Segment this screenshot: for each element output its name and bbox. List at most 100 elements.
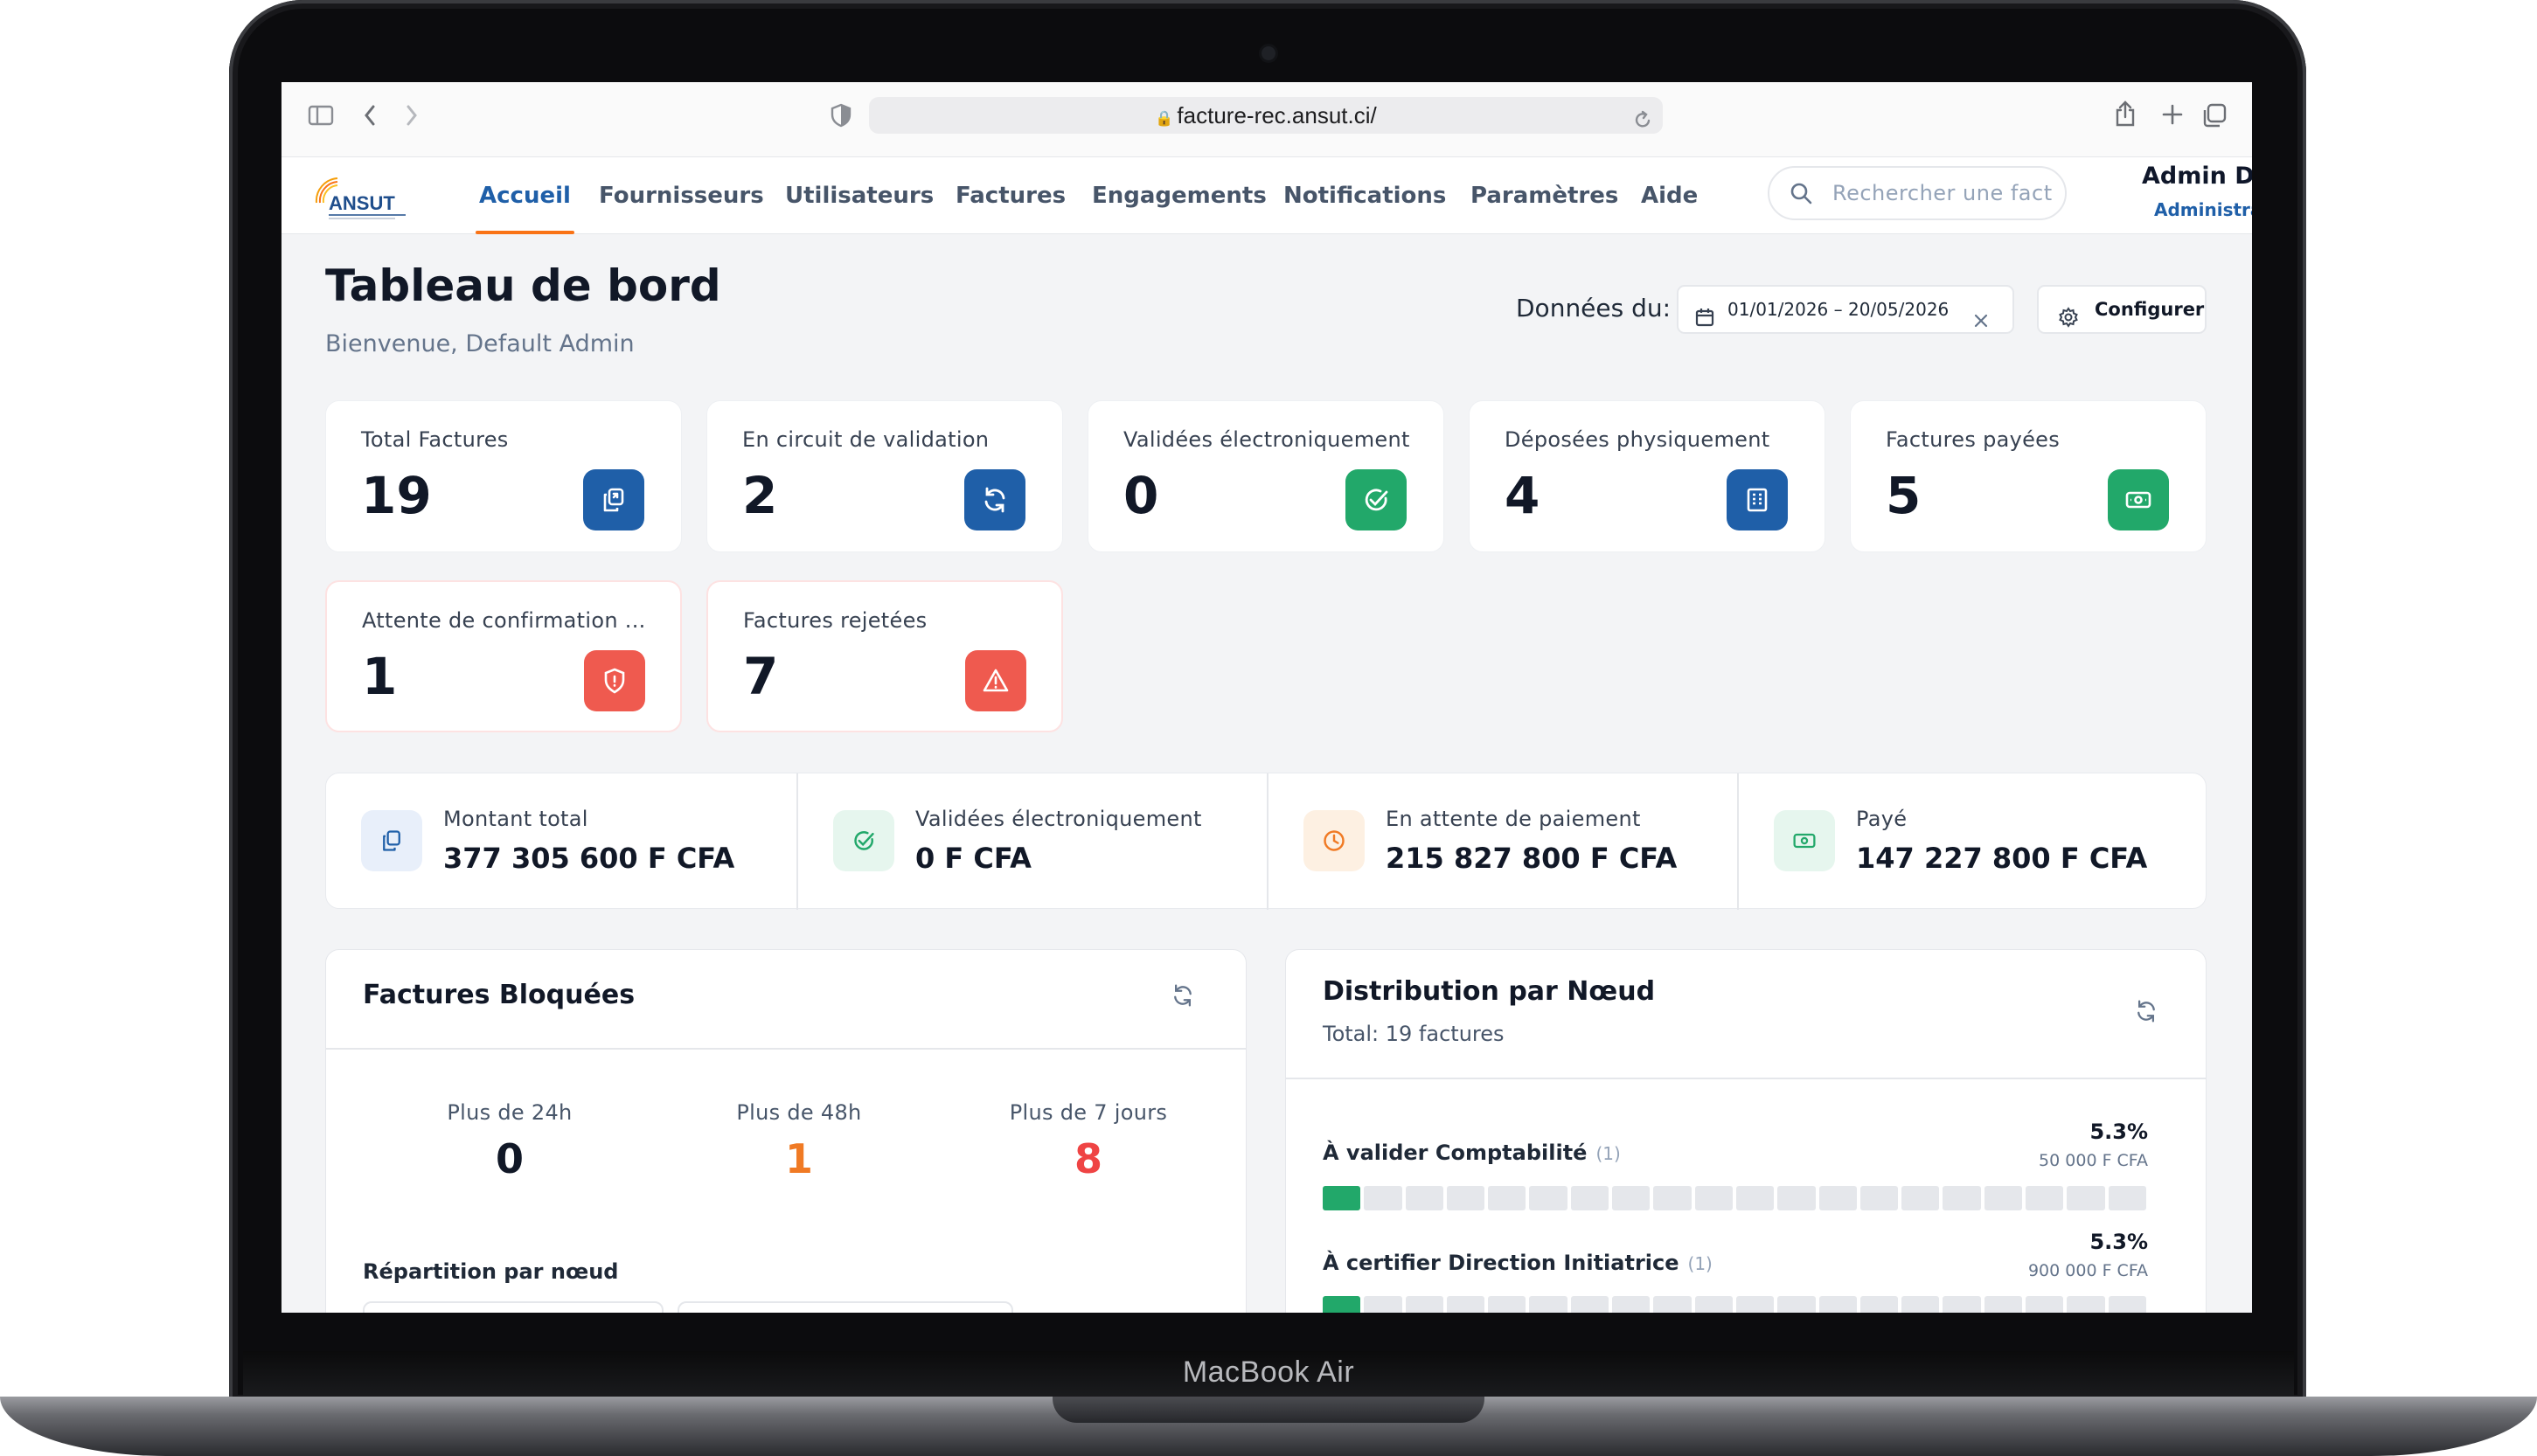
progress-segment	[1405, 1186, 1443, 1210]
progress-segment	[1901, 1296, 1940, 1313]
divider	[1286, 1078, 2206, 1079]
panel-title: Factures Bloquées	[363, 980, 636, 1010]
tab-overview-icon[interactable]	[2201, 102, 2228, 132]
check-circle-icon	[1345, 469, 1407, 530]
search-input[interactable]: Rechercher une fact	[1768, 166, 2067, 220]
nav-engagements[interactable]: Engagements	[1092, 157, 1267, 234]
blocked-48h[interactable]: Plus de 48h 1	[685, 1100, 913, 1182]
node-row-name[interactable]: À valider Comptabilité (1)	[1323, 1141, 1621, 1165]
blocked-value: 0	[495, 1135, 524, 1182]
nav-notifications[interactable]: Notifications	[1283, 157, 1446, 234]
progress-segment	[1323, 1296, 1361, 1313]
progress-segment	[1694, 1186, 1733, 1210]
node-amount: 900 000 F CFA	[2027, 1261, 2148, 1280]
browser-toolbar: 🔒 facture-rec.ansut.ci/	[282, 82, 2252, 157]
progress-segment	[1694, 1296, 1733, 1313]
nav-utilisateurs[interactable]: Utilisateurs	[785, 157, 934, 234]
amount-label: Validées électroniquement	[915, 807, 1202, 831]
distribution-panel: Distribution par Nœud Total: 19 factures…	[1285, 949, 2207, 1313]
stat-card-validated[interactable]: Validées électroniquement 0	[1088, 400, 1444, 552]
stat-label: Attente de confirmation ...	[362, 608, 646, 633]
forward-icon[interactable]	[404, 103, 420, 131]
stat-value: 5	[1886, 466, 1922, 525]
share-icon[interactable]	[2114, 100, 2137, 131]
refresh-icon[interactable]	[1171, 983, 1195, 1011]
stat-value: 1	[362, 647, 398, 706]
sidebar-toggle-icon[interactable]	[308, 105, 334, 129]
stat-card-total[interactable]: Total Factures 19	[325, 400, 682, 552]
progress-segment	[2026, 1186, 2064, 1210]
lock-icon: 🔒	[1155, 110, 1174, 127]
stat-card-paid[interactable]: Factures payées 5	[1850, 400, 2207, 552]
user-name[interactable]: Admin De	[2142, 163, 2252, 190]
configure-button[interactable]: Configurer	[2037, 285, 2207, 334]
search-icon	[1789, 181, 1813, 209]
address-bar[interactable]: 🔒 facture-rec.ansut.ci/	[869, 97, 1663, 134]
amount-label: En attente de paiement	[1386, 807, 1641, 831]
banknote-icon	[1774, 810, 1835, 871]
progress-segment	[1529, 1186, 1567, 1210]
nav-aide[interactable]: Aide	[1641, 157, 1698, 234]
distribution-total: Total: 19 factures	[1323, 1022, 1505, 1046]
screen: 🔒 facture-rec.ansut.ci/ ANSUT Accueil Fo…	[282, 82, 2252, 1313]
blocked-label: Plus de 48h	[736, 1100, 862, 1125]
copy-icon	[361, 810, 422, 871]
banknote-icon	[2108, 469, 2169, 530]
shield-alert-icon	[584, 650, 645, 711]
copy-icon	[583, 469, 644, 530]
progress-segment	[1777, 1186, 1816, 1210]
nav-fournisseurs[interactable]: Fournisseurs	[599, 157, 764, 234]
progress-segment	[1984, 1296, 2023, 1313]
amount-total: Montant total 377 305 600 F CFA	[326, 773, 796, 910]
stat-card-validation[interactable]: En circuit de validation 2	[706, 400, 1063, 552]
node-row-name[interactable]: À certifier Direction Initiatrice (1)	[1323, 1251, 1713, 1275]
clear-date-icon[interactable]	[1972, 301, 1990, 346]
amount-paid: Payé 147 227 800 F CFA	[1737, 773, 2207, 910]
amount-label: Payé	[1856, 807, 1908, 831]
date-range-picker[interactable]: 01/01/2026 – 20/05/2026	[1677, 285, 2014, 334]
device-label: MacBook Air	[1182, 1355, 1355, 1389]
stat-card-rejected[interactable]: Factures rejetées 7	[706, 580, 1063, 732]
amount-value: 377 305 600 F CFA	[443, 842, 735, 875]
node-progress-bar	[1323, 1296, 2146, 1313]
logo-wordmark: ANSUT	[329, 192, 395, 214]
blocked-7-days[interactable]: Plus de 7 jours 8	[975, 1100, 1202, 1182]
blocked-label: Plus de 7 jours	[1009, 1100, 1168, 1125]
progress-segment	[1818, 1296, 1857, 1313]
progress-segment	[1653, 1296, 1692, 1313]
progress-segment	[2026, 1296, 2064, 1313]
node-count: (1)	[1687, 1253, 1713, 1274]
breakdown-chip[interactable]	[363, 1301, 664, 1313]
nav-parametres[interactable]: Paramètres	[1470, 157, 1618, 234]
back-icon[interactable]	[362, 103, 378, 131]
reload-icon[interactable]	[1633, 104, 1652, 141]
stat-card-deposited[interactable]: Déposées physiquement 4	[1469, 400, 1825, 552]
nav-accueil[interactable]: Accueil	[476, 157, 574, 234]
stat-card-pending-confirmation[interactable]: Attente de confirmation ... 1	[325, 580, 682, 732]
stat-value: 2	[742, 466, 778, 525]
ansut-logo[interactable]: ANSUT	[311, 171, 409, 224]
url-text: facture-rec.ansut.ci/	[1177, 102, 1377, 128]
blocked-label: Plus de 24h	[447, 1100, 573, 1125]
progress-segment	[2108, 1186, 2146, 1210]
nav-factures[interactable]: Factures	[956, 157, 1066, 234]
privacy-shield-icon[interactable]	[831, 103, 851, 131]
node-progress-bar	[1323, 1186, 2146, 1210]
progress-segment	[1612, 1296, 1651, 1313]
progress-segment	[1653, 1186, 1692, 1210]
progress-segment	[1943, 1186, 1981, 1210]
camera	[1262, 46, 1275, 60]
laptop-notch	[1053, 1397, 1484, 1423]
stat-label: Total Factures	[361, 427, 509, 452]
breakdown-chip[interactable]	[678, 1301, 1013, 1313]
progress-segment	[1570, 1186, 1609, 1210]
node-percent: 5.3%	[2089, 1230, 2148, 1254]
stat-label: Déposées physiquement	[1505, 427, 1770, 452]
progress-segment	[2108, 1296, 2146, 1313]
refresh-icon[interactable]	[2134, 999, 2158, 1027]
blocked-24h[interactable]: Plus de 24h 0	[396, 1100, 623, 1182]
date-label: Données du:	[1516, 294, 1672, 322]
new-tab-icon[interactable]	[2161, 103, 2184, 129]
page-title: Tableau de bord	[325, 260, 721, 311]
panel-title: Distribution par Nœud	[1323, 976, 1656, 1007]
